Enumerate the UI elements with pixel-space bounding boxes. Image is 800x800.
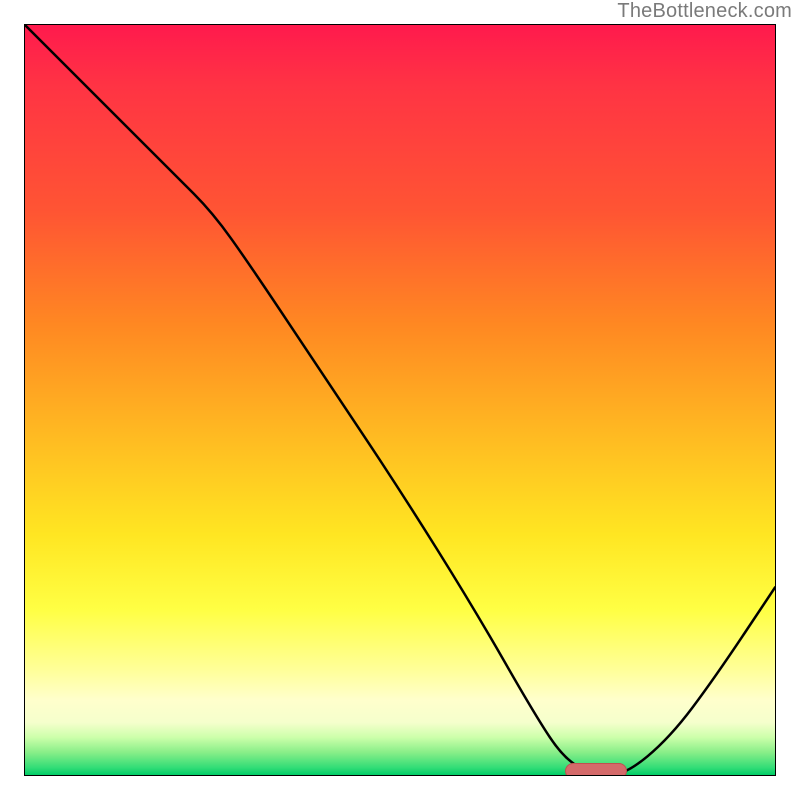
plot-area [24, 24, 776, 776]
bottleneck-curve [25, 25, 775, 775]
chart-container: TheBottleneck.com [0, 0, 800, 800]
optimal-range-marker-icon [565, 763, 627, 776]
watermark-text: TheBottleneck.com [617, 0, 792, 23]
